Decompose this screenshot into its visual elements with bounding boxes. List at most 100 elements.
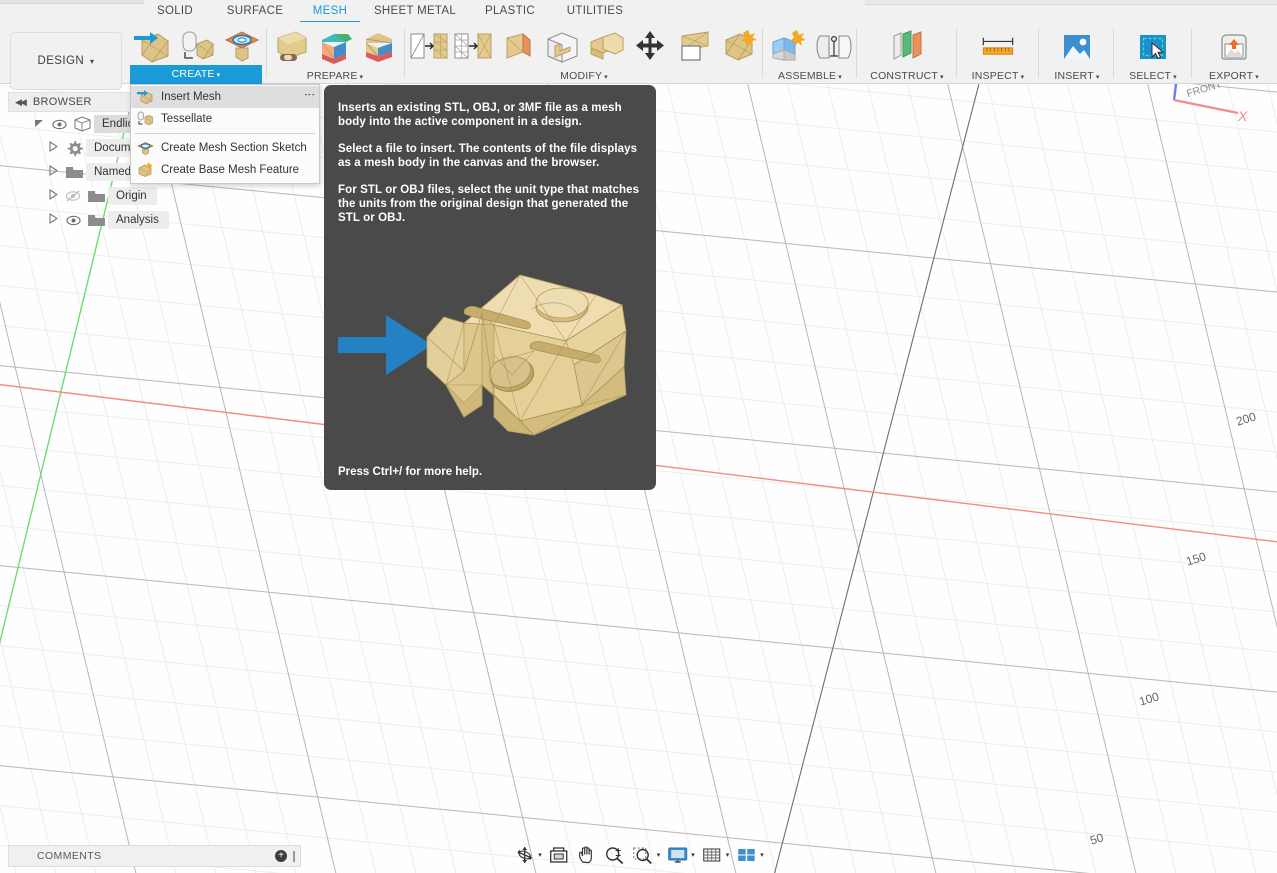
insert-mesh-icon[interactable] xyxy=(130,24,173,68)
display-settings-button[interactable]: ▾ xyxy=(663,843,698,867)
menu-item-create-mesh-section-sketch[interactable]: Create Mesh Section Sketch xyxy=(131,137,319,159)
merge-face-groups-icon[interactable] xyxy=(358,24,400,68)
chevron-down-icon[interactable]: ▾ xyxy=(538,851,542,859)
overflow-menu-icon[interactable]: ⋮ xyxy=(306,89,311,100)
tree-item-label: Origin xyxy=(108,187,157,205)
panel-divider xyxy=(1113,28,1114,78)
zoom-window-button[interactable]: ▾ xyxy=(629,843,664,867)
chevron-down-icon: ▾ xyxy=(1021,74,1025,81)
measure-icon[interactable] xyxy=(976,24,1020,68)
panel-divider xyxy=(762,28,763,78)
visibility-eye-icon[interactable] xyxy=(48,119,70,130)
move-copy-icon[interactable] xyxy=(629,24,671,68)
zoom-button[interactable] xyxy=(601,843,629,867)
tab-surface-label: SURFACE xyxy=(227,5,283,17)
viewports-icon xyxy=(735,845,757,865)
menu-item-label: Create Base Mesh Feature xyxy=(161,164,299,176)
panel-construct: CONSTRUCT▾ xyxy=(860,22,954,84)
tab-surface[interactable]: SURFACE xyxy=(210,0,300,21)
menu-item-tessellate[interactable]: Tessellate xyxy=(131,108,319,130)
panel-divider xyxy=(266,28,267,78)
panel-inspect-title[interactable]: INSPECT▾ xyxy=(960,70,1036,82)
tab-mesh[interactable]: MESH xyxy=(300,0,360,21)
tab-solid-label: SOLID xyxy=(157,5,193,17)
chevron-down-icon: ▾ xyxy=(604,74,608,81)
collapse-panel-icon[interactable]: ◀◀ xyxy=(15,97,25,108)
look-at-button[interactable] xyxy=(545,843,573,867)
panel-modify-title[interactable]: MODIFY▾ xyxy=(408,70,760,82)
tab-plastic[interactable]: PLASTIC xyxy=(470,0,550,21)
panel-export-title[interactable]: EXPORT▾ xyxy=(1195,70,1273,82)
tab-solid[interactable]: SOLID xyxy=(140,0,210,21)
chevron-down-icon[interactable]: ▾ xyxy=(760,851,764,859)
browser-title: BROWSER xyxy=(33,96,92,108)
panel-prepare-title[interactable]: PREPARE▾ xyxy=(270,70,400,82)
smooth-icon[interactable] xyxy=(585,24,627,68)
visibility-hidden-icon[interactable] xyxy=(62,190,84,202)
remesh-icon[interactable] xyxy=(408,24,450,68)
component-icon xyxy=(70,116,94,132)
workspace-switcher-button[interactable]: DESIGN ▾ xyxy=(10,32,122,90)
panel-assemble: ASSEMBLE▾ xyxy=(766,22,854,84)
erase-and-fill-icon[interactable] xyxy=(541,24,583,68)
panel-assemble-title[interactable]: ASSEMBLE▾ xyxy=(766,70,854,82)
tree-item-analysis[interactable]: Analysis xyxy=(8,208,303,232)
panel-modify: MODIFY▾ xyxy=(408,22,760,84)
comments-title: COMMENTS xyxy=(37,850,101,862)
reverse-normal-icon[interactable] xyxy=(718,24,760,68)
export-icon[interactable] xyxy=(1212,24,1256,68)
display-settings-icon xyxy=(666,845,688,865)
panel-divider xyxy=(404,28,405,78)
workspace-switcher-label: DESIGN xyxy=(38,55,85,67)
axis-x-indicator xyxy=(1174,100,1238,113)
plane-cut-icon[interactable] xyxy=(674,24,716,68)
panel-select-title[interactable]: SELECT▾ xyxy=(1117,70,1189,82)
viewports-button[interactable]: ▾ xyxy=(732,843,767,867)
panel-select-label: SELECT xyxy=(1129,70,1171,82)
tab-utilities[interactable]: UTILITIES xyxy=(550,0,640,21)
chevron-down-icon[interactable]: ▾ xyxy=(657,851,661,859)
look-at-icon xyxy=(548,845,570,865)
generate-face-groups-icon[interactable] xyxy=(270,24,312,68)
pan-button[interactable] xyxy=(573,843,601,867)
chevron-down-icon[interactable]: ▾ xyxy=(691,851,695,859)
create-mesh-section-sketch-icon[interactable] xyxy=(219,24,262,68)
chevron-down-icon[interactable]: ▾ xyxy=(726,851,730,859)
orbit-button[interactable]: ▾ xyxy=(510,843,545,867)
menu-item-label: Create Mesh Section Sketch xyxy=(161,142,307,154)
panel-create-title[interactable]: CREATE▾ xyxy=(130,65,262,84)
visibility-eye-icon[interactable] xyxy=(62,215,84,226)
panel-create-label: CREATE xyxy=(172,68,215,80)
tree-item-origin[interactable]: Origin xyxy=(8,184,303,208)
make-closed-mesh-icon[interactable] xyxy=(497,24,539,68)
panel-prepare: PREPARE▾ xyxy=(270,22,400,84)
collapse-twisty-icon[interactable] xyxy=(44,141,62,155)
resize-handle[interactable] xyxy=(293,851,295,862)
new-component-icon[interactable] xyxy=(766,24,809,68)
expand-twisty-icon[interactable] xyxy=(30,118,48,131)
tessellate-icon[interactable] xyxy=(175,24,218,68)
grid-snaps-button[interactable]: ▾ xyxy=(698,843,733,867)
offset-plane-icon[interactable] xyxy=(885,24,929,68)
panel-insert-title[interactable]: INSERT▾ xyxy=(1042,70,1112,82)
panel-select: SELECT▾ xyxy=(1117,22,1189,84)
select-window-icon[interactable] xyxy=(1131,24,1175,68)
chevron-down-icon: ▾ xyxy=(1255,74,1259,81)
tab-strip-right-filler xyxy=(865,0,1277,5)
joint-icon[interactable] xyxy=(811,24,854,68)
panel-modify-label: MODIFY xyxy=(560,70,602,82)
segment-mesh-icon[interactable] xyxy=(314,24,356,68)
collapse-twisty-icon[interactable] xyxy=(44,189,62,203)
comments-panel[interactable]: COMMENTS + xyxy=(8,845,301,867)
plus-icon[interactable]: + xyxy=(275,850,287,862)
panel-construct-title[interactable]: CONSTRUCT▾ xyxy=(860,70,954,82)
command-tooltip: Inserts an existing STL, OBJ, or 3MF fil… xyxy=(324,85,656,490)
tab-sheet-metal[interactable]: SHEET METAL xyxy=(360,0,470,21)
collapse-twisty-icon[interactable] xyxy=(44,165,62,179)
menu-item-insert-mesh[interactable]: Insert Mesh ⋮ xyxy=(131,86,319,108)
zoom-window-icon xyxy=(632,845,654,865)
collapse-twisty-icon[interactable] xyxy=(44,213,62,227)
menu-item-create-base-mesh-feature[interactable]: Create Base Mesh Feature xyxy=(131,159,319,181)
insert-image-icon[interactable] xyxy=(1055,24,1099,68)
reduce-icon[interactable] xyxy=(452,24,494,68)
